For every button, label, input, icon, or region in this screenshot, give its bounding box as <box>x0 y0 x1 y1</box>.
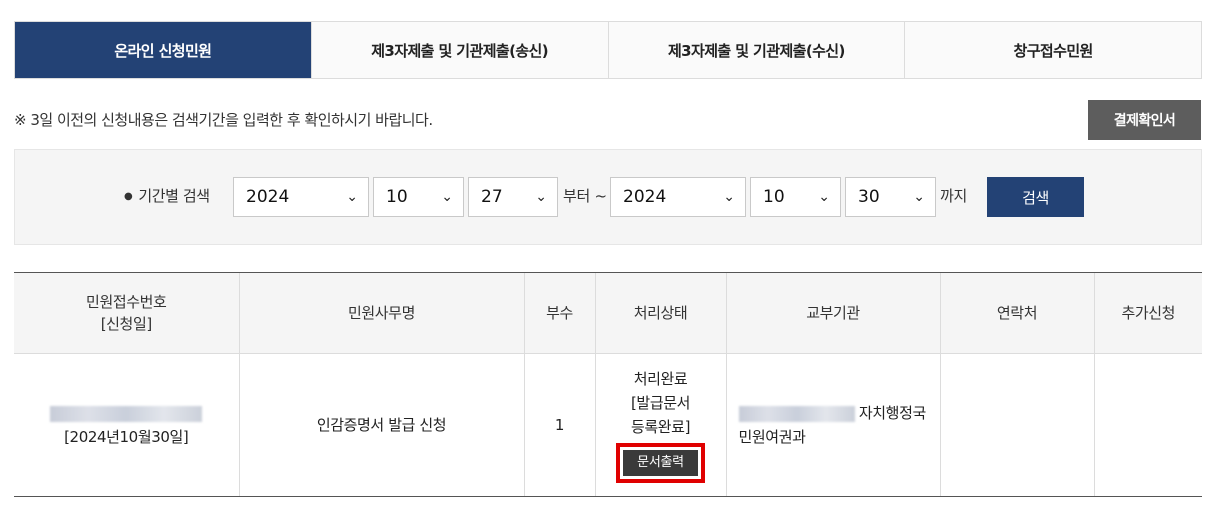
to-month-value: 10 <box>763 187 785 207</box>
period-search-label-text: 기간별 검색 <box>138 187 210 205</box>
header-extra-application: 추가신청 <box>1093 272 1202 354</box>
header-copies: 부수 <box>523 272 595 354</box>
from-year-select[interactable]: 2024 ⌄ <box>233 177 369 217</box>
tab-counter-application[interactable]: 창구접수민원 <box>904 22 1201 78</box>
header-receipt-line2: [신청일] <box>100 315 153 333</box>
document-print-button[interactable]: 문서출력 <box>623 450 698 476</box>
notice-text: ※ 3일 이전의 신청내용은 검색기간을 입력한 후 확인하시기 바랍니다. <box>14 111 433 129</box>
tab-third-party-received[interactable]: 제3자제출 및 기관제출(수신) <box>607 22 905 78</box>
header-receipt-line1: 민원접수번호 <box>86 293 167 311</box>
tab-third-party-sent[interactable]: 제3자제출 및 기관제출(송신) <box>310 22 608 78</box>
header-application-name: 민원사무명 <box>238 272 524 354</box>
cell-contact <box>939 353 1094 497</box>
from-month-select[interactable]: 10 ⌄ <box>373 177 464 217</box>
to-day-select[interactable]: 30 ⌄ <box>845 177 936 217</box>
print-highlight: 문서출력 <box>616 443 705 483</box>
status-line2: [발급문서 <box>630 394 691 412</box>
to-year-value: 2024 <box>623 187 667 207</box>
period-search-label: ● 기간별 검색 <box>124 185 210 206</box>
receipt-date: [2024년10월30일] <box>64 428 189 446</box>
cell-application-name: 인감증명서 발급 신청 <box>238 353 524 497</box>
from-day-select[interactable]: 27 ⌄ <box>468 177 558 217</box>
table-header-row: 민원접수번호 [신청일] 민원사무명 부수 처리상태 교부기관 연락처 추가신청 <box>14 272 1202 354</box>
from-month-value: 10 <box>386 187 408 207</box>
from-suffix: 부터 ~ <box>563 187 607 205</box>
agency-line2: 민원여권과 <box>738 428 806 446</box>
to-suffix: 까지 <box>940 187 968 205</box>
to-day-value: 30 <box>858 187 880 207</box>
header-contact: 연락처 <box>939 272 1094 354</box>
payment-confirmation-button[interactable]: 결제확인서 <box>1088 100 1201 140</box>
redacted-agency-name <box>738 405 855 422</box>
cell-receipt: [2024년10월30일] <box>14 353 239 497</box>
chevron-down-icon: ⌄ <box>535 189 547 205</box>
to-year-select[interactable]: 2024 ⌄ <box>610 177 746 217</box>
cell-agency: 자치행정국 민원여권과 <box>725 353 940 497</box>
status-line3: 등록완료] <box>630 418 691 436</box>
status-line1: 처리완료 <box>633 370 688 388</box>
cell-extra-application <box>1093 353 1202 497</box>
application-table: 민원접수번호 [신청일] 민원사무명 부수 처리상태 교부기관 연락처 추가신청 … <box>14 272 1202 497</box>
cell-status: 처리완료 [발급문서 등록완료] 문서출력 <box>594 353 726 497</box>
tab-online-application[interactable]: 온라인 신청민원 <box>15 22 311 78</box>
redacted-receipt-number <box>50 405 203 422</box>
cell-copies: 1 <box>523 353 595 497</box>
agency-line1: 자치행정국 <box>858 404 926 422</box>
chevron-down-icon: ⌄ <box>818 189 830 205</box>
header-status: 처리상태 <box>594 272 726 354</box>
from-day-value: 27 <box>481 187 503 207</box>
chevron-down-icon: ⌄ <box>441 189 453 205</box>
header-receipt-number: 민원접수번호 [신청일] <box>14 272 239 354</box>
chevron-down-icon: ⌄ <box>346 189 358 205</box>
header-agency: 교부기관 <box>725 272 940 354</box>
search-button[interactable]: 검색 <box>987 177 1084 217</box>
bullet-icon: ● <box>124 191 133 202</box>
chevron-down-icon: ⌄ <box>913 189 925 205</box>
chevron-down-icon: ⌄ <box>723 189 735 205</box>
tab-bar: 온라인 신청민원 제3자제출 및 기관제출(송신) 제3자제출 및 기관제출(수… <box>14 21 1202 79</box>
to-month-select[interactable]: 10 ⌄ <box>750 177 841 217</box>
table-row: [2024년10월30일] 인감증명서 발급 신청 1 처리완료 [발급문서 등… <box>14 353 1202 497</box>
from-year-value: 2024 <box>246 187 290 207</box>
